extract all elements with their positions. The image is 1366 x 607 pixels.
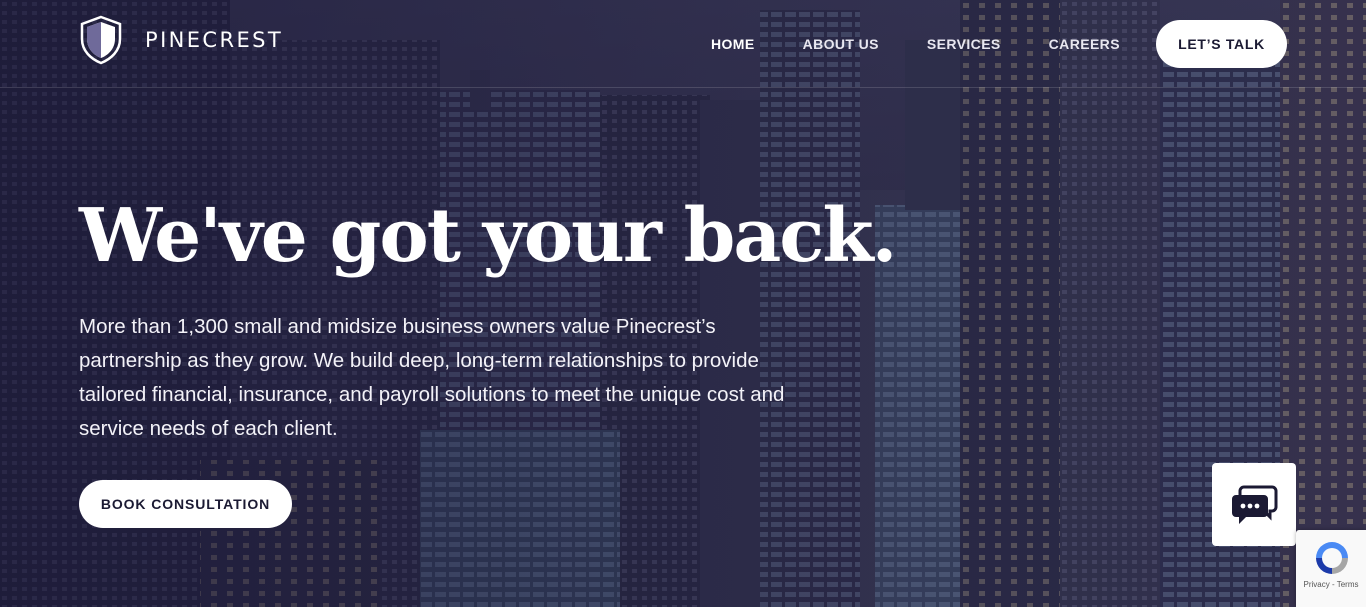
hero-headline: We've got your back. [79, 193, 897, 279]
nav-about-us[interactable]: ABOUT US [803, 36, 879, 52]
brand-logo[interactable]: PINECREST [79, 15, 283, 65]
hero-description: More than 1,300 small and midsize busine… [79, 315, 785, 440]
recaptcha-separator: - [1329, 580, 1337, 589]
header-divider [0, 87, 1366, 88]
brand-name: PINECREST [145, 28, 284, 52]
lets-talk-button[interactable]: LET’S TALK [1156, 20, 1287, 68]
terms-link[interactable]: Terms [1337, 580, 1359, 589]
recaptcha-badge[interactable]: Privacy - Terms [1296, 530, 1366, 607]
privacy-link[interactable]: Privacy [1304, 580, 1330, 589]
nav-services[interactable]: SERVICES [927, 36, 1001, 52]
shield-icon [80, 15, 122, 65]
book-consultation-button[interactable]: BOOK CONSULTATION [79, 480, 292, 528]
main-nav: HOME ABOUT US SERVICES CAREERS [711, 36, 1168, 52]
chat-widget-button[interactable] [1212, 463, 1296, 546]
nav-home[interactable]: HOME [711, 36, 755, 52]
nav-careers[interactable]: CAREERS [1049, 36, 1120, 52]
chat-bubbles-icon [1232, 485, 1278, 524]
recaptcha-icon [1316, 542, 1348, 574]
recaptcha-links: Privacy - Terms [1296, 580, 1366, 589]
